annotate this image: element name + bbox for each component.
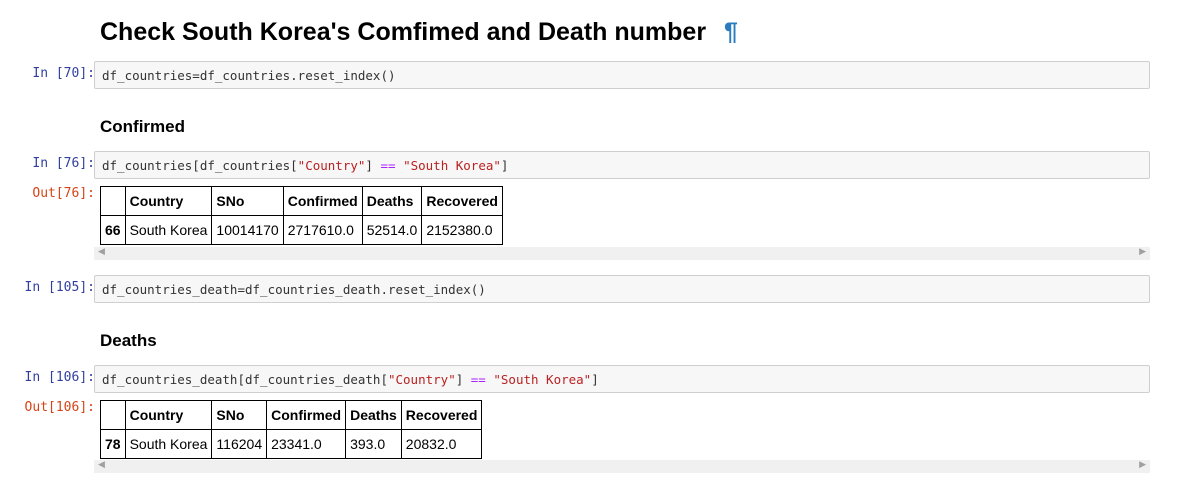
output-prompt: Out[76]:	[32, 186, 95, 201]
input-prompt: In [106]:	[24, 370, 95, 385]
scroll-left-icon[interactable]: ◀	[98, 246, 105, 257]
table-cell: 23341.0	[266, 429, 347, 459]
table-header-row: Country SNo Confirmed Deaths Recovered	[100, 186, 503, 216]
column-header: Confirmed	[266, 400, 347, 430]
page-title: Check South Korea's Comfimed and Death n…	[100, 18, 738, 47]
table-cell: 10014170	[211, 215, 284, 245]
column-header: Deaths	[361, 186, 423, 216]
column-header	[100, 400, 126, 430]
dataframe-output: Country SNo Confirmed Deaths Recovered 6…	[100, 186, 503, 245]
section-heading-deaths: Deaths	[100, 331, 157, 350]
table-cell: 393.0	[345, 429, 402, 459]
code-string: "South Korea"	[403, 158, 501, 173]
code-cell[interactable]: df_countries_death[df_countries_death["C…	[94, 365, 1150, 393]
table-cell: 52514.0	[361, 215, 423, 245]
code-text: df_countries_death[df_countries_death["C…	[102, 372, 599, 387]
dataframe-table: Country SNo Confirmed Deaths Recovered 6…	[100, 186, 503, 245]
horizontal-scrollbar[interactable]: ◀ ▶	[94, 246, 1150, 260]
output-prompt: Out[106]:	[24, 400, 95, 415]
scroll-right-icon[interactable]: ▶	[1139, 459, 1146, 470]
column-header: Confirmed	[282, 186, 363, 216]
table-row: 78 South Korea 116204 23341.0 393.0 2083…	[100, 429, 483, 459]
section-heading-confirmed: Confirmed	[100, 117, 185, 136]
code-token: df_countries_death[df_countries_death[	[102, 372, 388, 387]
scroll-left-icon[interactable]: ◀	[98, 459, 105, 470]
table-cell: 2152380.0	[421, 215, 503, 245]
table-row: 66 South Korea 10014170 2717610.0 52514.…	[100, 215, 503, 245]
table-cell: 116204	[211, 429, 268, 459]
input-prompt: In [105]:	[24, 280, 95, 295]
column-header: Recovered	[400, 400, 483, 430]
code-token: df_countries[df_countries[	[102, 158, 298, 173]
dataframe-output: Country SNo Confirmed Deaths Recovered 7…	[100, 400, 483, 459]
code-string: "South Korea"	[493, 372, 592, 387]
column-header: SNo	[211, 400, 268, 430]
table-cell: 20832.0	[400, 429, 483, 459]
scroll-right-icon[interactable]: ▶	[1139, 246, 1146, 257]
horizontal-scrollbar[interactable]: ◀ ▶	[94, 459, 1150, 473]
code-token: ]	[365, 158, 381, 173]
code-text: df_countries_death=df_countries_death.re…	[102, 282, 486, 297]
column-header: SNo	[211, 186, 284, 216]
column-header: Country	[124, 400, 213, 430]
code-token: ]	[591, 372, 599, 387]
code-operator: ==	[470, 372, 486, 387]
anchor-link-icon[interactable]: ¶	[724, 18, 738, 46]
code-token: ]	[500, 158, 509, 173]
code-operator: ==	[380, 158, 396, 173]
input-prompt: In [70]:	[32, 66, 95, 81]
row-index: 66	[100, 215, 126, 245]
code-string: "Country"	[297, 158, 366, 173]
code-text: df_countries[df_countries["Country"] == …	[102, 158, 508, 173]
page-title-text: Check South Korea's Comfimed and Death n…	[100, 18, 707, 46]
table-cell: 2717610.0	[282, 215, 363, 245]
column-header: Country	[124, 186, 213, 216]
column-header	[100, 186, 126, 216]
table-cell: South Korea	[124, 215, 213, 245]
input-prompt: In [76]:	[32, 156, 95, 171]
dataframe-table: Country SNo Confirmed Deaths Recovered 7…	[100, 400, 483, 459]
table-cell: South Korea	[124, 429, 213, 459]
code-token: ]	[455, 372, 471, 387]
column-header: Recovered	[421, 186, 503, 216]
code-string: "Country"	[387, 372, 456, 387]
code-cell[interactable]: df_countries_death=df_countries_death.re…	[94, 275, 1150, 303]
table-header-row: Country SNo Confirmed Deaths Recovered	[100, 400, 483, 430]
code-text: df_countries=df_countries.reset_index()	[102, 68, 396, 83]
column-header: Deaths	[345, 400, 402, 430]
code-cell[interactable]: df_countries[df_countries["Country"] == …	[94, 151, 1150, 179]
row-index: 78	[100, 429, 126, 459]
code-cell[interactable]: df_countries=df_countries.reset_index()	[94, 61, 1150, 89]
